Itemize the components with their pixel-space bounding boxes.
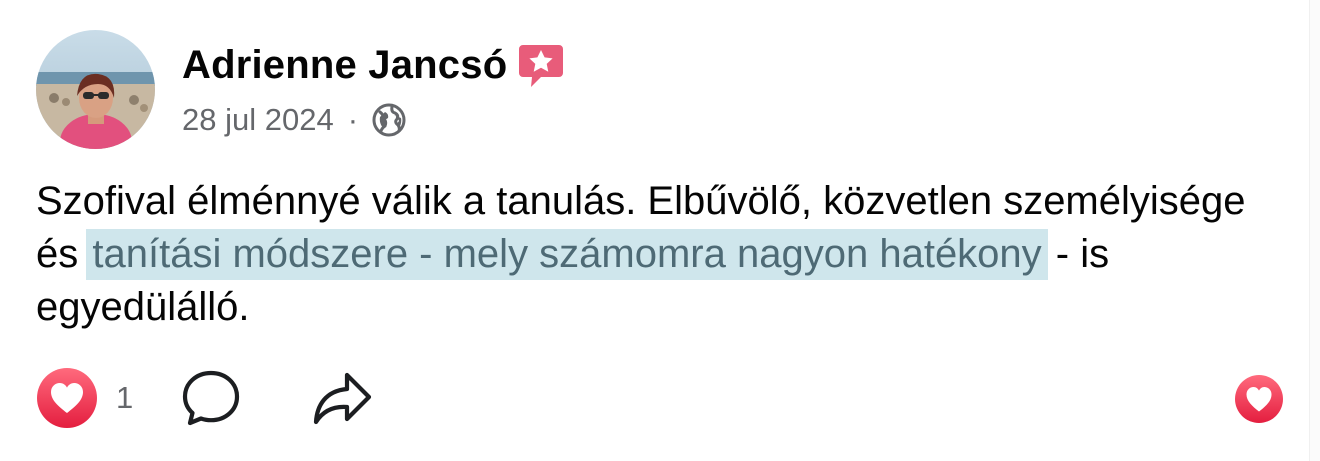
avatar-photo bbox=[36, 30, 155, 149]
author-row: Adrienne Jancsó bbox=[182, 40, 565, 90]
post-date[interactable]: 28 jul 2024 bbox=[182, 100, 334, 140]
post-meta: 28 jul 2024 · bbox=[182, 100, 406, 140]
like-button[interactable]: 1 bbox=[36, 367, 181, 429]
globe-icon bbox=[372, 103, 406, 137]
star-badge-icon[interactable] bbox=[517, 43, 565, 89]
scroll-edge bbox=[1309, 0, 1320, 461]
meta-separator: · bbox=[347, 102, 359, 137]
avatar[interactable] bbox=[36, 30, 155, 149]
share-arrow-icon[interactable] bbox=[311, 370, 373, 426]
post-actions: 1 bbox=[36, 367, 373, 429]
heart-reaction-icon[interactable] bbox=[1234, 374, 1284, 424]
heart-icon[interactable] bbox=[36, 367, 98, 429]
like-count: 1 bbox=[116, 380, 134, 415]
author-name[interactable]: Adrienne Jancsó bbox=[182, 40, 507, 90]
comment-bubble-icon[interactable] bbox=[181, 369, 241, 427]
highlighted-text: tanítási módszere - mely számomra nagyon… bbox=[86, 229, 1048, 280]
post-body: Szofival élménnyé válik a tanulás. Elbűv… bbox=[36, 175, 1296, 334]
